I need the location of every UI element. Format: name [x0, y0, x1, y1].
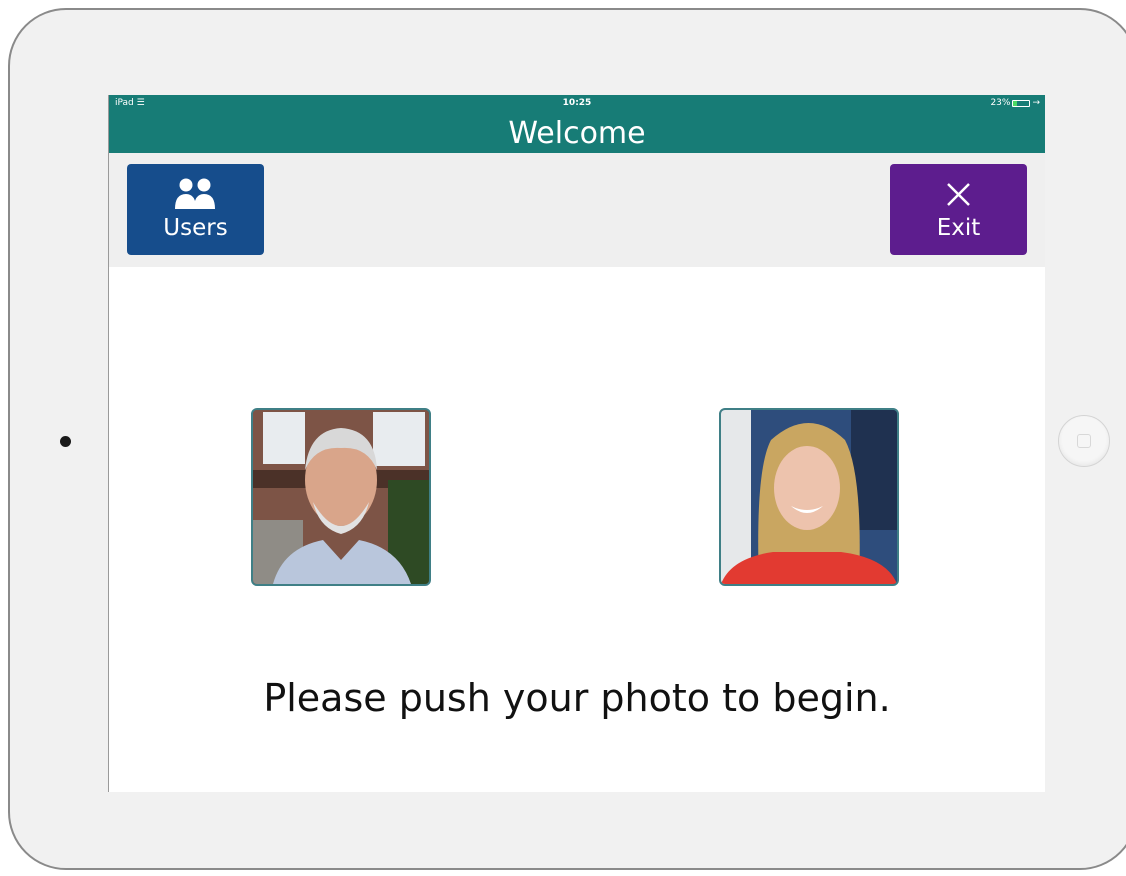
status-battery: 23% →: [990, 98, 1040, 108]
home-button[interactable]: [1058, 415, 1110, 467]
page-title: Welcome: [508, 116, 646, 151]
toolbar: Users Exit: [109, 153, 1045, 267]
users-button[interactable]: Users: [127, 164, 264, 255]
charging-icon: →: [1032, 98, 1040, 108]
users-icon: [127, 172, 264, 212]
title-bar: iPad ☰ 10:25 23% → Welcome: [109, 95, 1045, 153]
close-icon: [890, 172, 1027, 212]
battery-percent: 23%: [990, 98, 1011, 108]
exit-button[interactable]: Exit: [890, 164, 1027, 255]
exit-button-label: Exit: [936, 215, 981, 241]
users-button-label: Users: [163, 215, 228, 241]
user-photo-woman[interactable]: [719, 408, 899, 586]
main-content: Please push your photo to begin.: [109, 267, 1045, 792]
instruction-text: Please push your photo to begin.: [263, 676, 891, 720]
status-time: 10:25: [562, 98, 592, 108]
battery-fill: [1013, 100, 1018, 106]
app-screen: iPad ☰ 10:25 23% → Welcome Users Exit Pl…: [109, 95, 1045, 792]
battery-icon: [1012, 99, 1031, 107]
front-camera: [60, 436, 71, 447]
home-button-glyph: [1077, 434, 1091, 448]
user-photo-man[interactable]: [251, 408, 431, 586]
